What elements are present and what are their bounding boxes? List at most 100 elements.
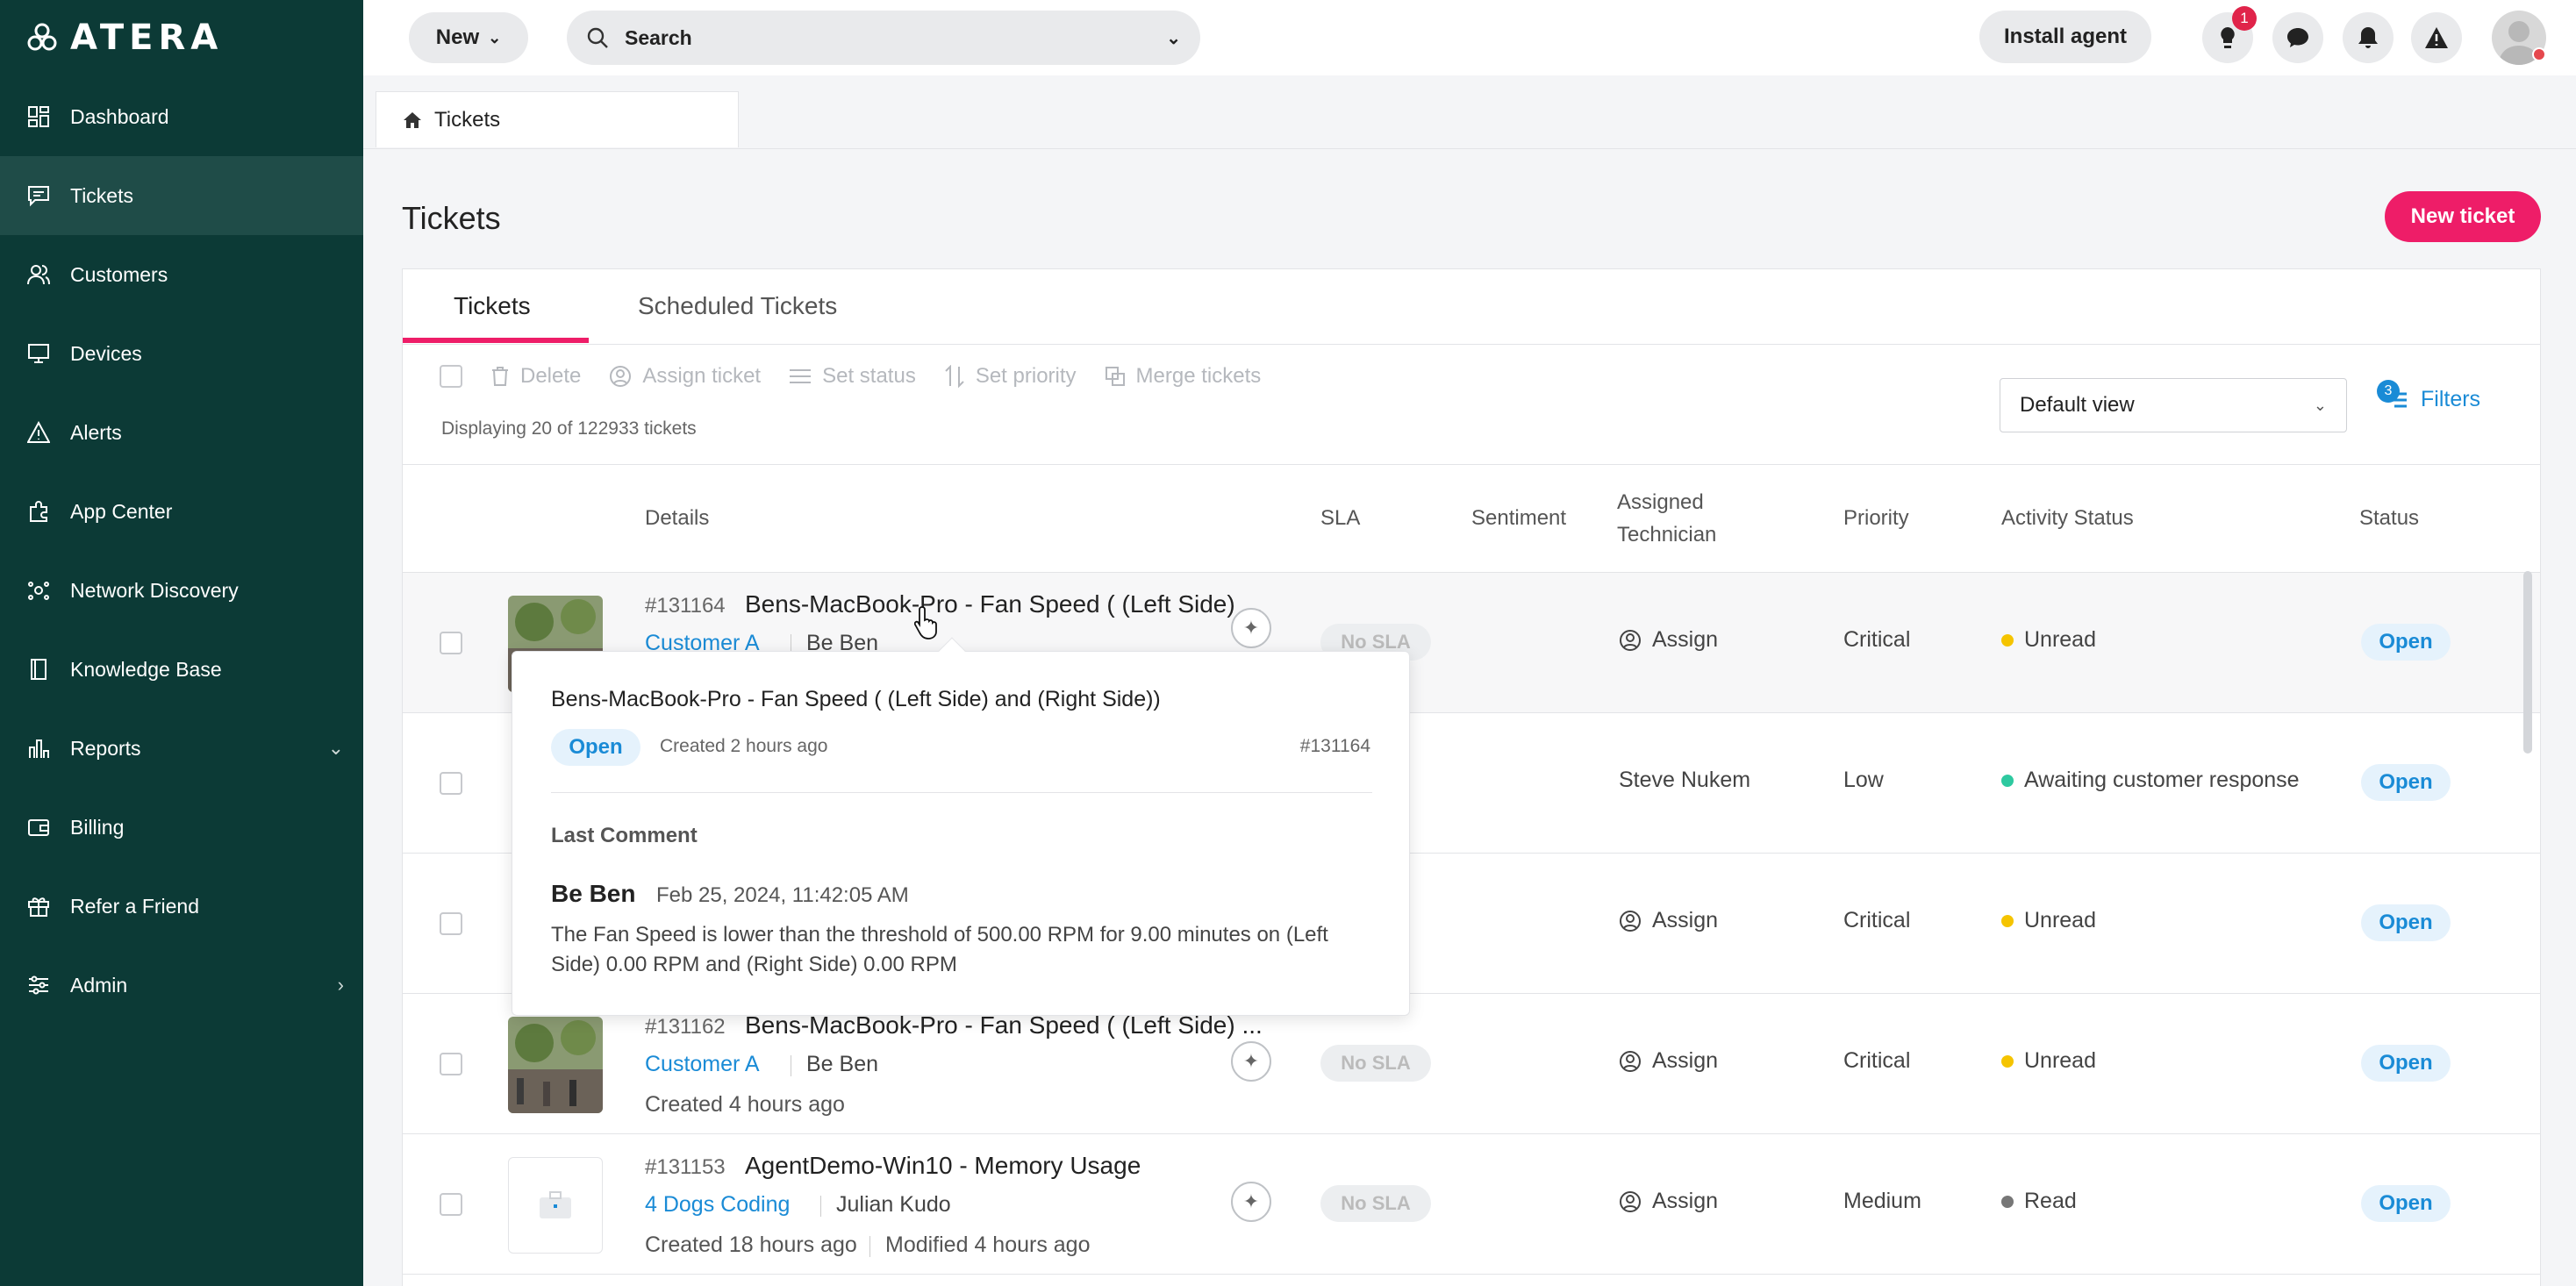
breadcrumb-label: Tickets	[434, 107, 501, 132]
status-badge[interactable]: Open	[2361, 904, 2451, 941]
technician-label: Steve Nukem	[1619, 768, 1751, 792]
sla-badge: No SLA	[1320, 1045, 1431, 1082]
chevron-down-icon[interactable]: ⌄	[1166, 27, 1181, 49]
user-circle-icon	[610, 366, 632, 387]
app-center-icon	[25, 497, 53, 525]
sidebar-item-devices[interactable]: Devices	[0, 314, 363, 393]
sidebar-item-customers[interactable]: Customers	[0, 235, 363, 314]
separator	[820, 1196, 821, 1217]
popover-status-badge: Open	[551, 729, 640, 766]
column-sentiment[interactable]: Sentiment	[1471, 502, 1566, 534]
column-activity-status[interactable]: Activity Status	[2001, 502, 2134, 534]
tab-tickets[interactable]: Tickets	[454, 292, 531, 320]
assign-technician[interactable]: Assign	[1619, 1189, 1718, 1214]
technician-label: Assign	[1652, 908, 1719, 932]
breadcrumb-bar: Tickets	[363, 75, 2576, 149]
status-badge[interactable]: Open	[2361, 764, 2451, 801]
new-button[interactable]: New ⌄	[409, 12, 528, 63]
ai-sparkle-button[interactable]: ✦	[1231, 608, 1271, 648]
column-status[interactable]: Status	[2359, 502, 2419, 534]
sla-badge: No SLA	[1320, 1185, 1431, 1222]
set-priority-button[interactable]: Set priority	[944, 364, 1077, 389]
customer-link[interactable]: 4 Dogs Coding	[645, 1192, 790, 1218]
scrollbar[interactable]	[2523, 571, 2532, 754]
technician-label: Assign	[1652, 1048, 1719, 1073]
row-checkbox[interactable]	[440, 912, 462, 935]
merge-tickets-button[interactable]: Merge tickets	[1105, 364, 1261, 389]
select-all-checkbox[interactable]	[440, 365, 462, 388]
delete-button[interactable]: Delete	[490, 364, 581, 389]
column-sla[interactable]: SLA	[1320, 502, 1360, 534]
chevron-down-icon[interactable]: ⌄	[328, 737, 344, 760]
status-badge[interactable]: Open	[2361, 1045, 2451, 1082]
assign-technician[interactable]: Assign	[1619, 627, 1718, 653]
sidebar-item-knowledge-base[interactable]: Knowledge Base	[0, 630, 363, 709]
activity-dot	[2001, 1195, 2014, 1208]
set-status-label: Set status	[822, 364, 916, 388]
sidebar-item-refer-a-friend[interactable]: Refer a Friend	[0, 867, 363, 946]
column-technician-line1[interactable]: Assigned	[1617, 486, 1704, 518]
row-checkbox[interactable]	[440, 1193, 462, 1216]
assign-ticket-button[interactable]: Assign ticket	[609, 364, 761, 389]
column-technician-line2[interactable]: Technician	[1617, 518, 1716, 551]
bell-icon	[2358, 27, 2378, 48]
sparkle-icon: ✦	[1242, 1050, 1260, 1072]
warning-icon	[2425, 27, 2448, 48]
row-checkbox[interactable]	[440, 632, 462, 654]
sidebar-item-label: Devices	[70, 341, 142, 365]
sort-icon	[945, 365, 964, 388]
ai-sparkle-button[interactable]: ✦	[1231, 1041, 1271, 1082]
sidebar-item-app-center[interactable]: App Center	[0, 472, 363, 551]
bell-button[interactable]	[2343, 12, 2394, 63]
admin-icon	[25, 971, 53, 999]
tabs: Tickets Scheduled Tickets	[403, 269, 2540, 345]
assign-technician[interactable]: Assign	[1619, 1048, 1718, 1074]
breadcrumb[interactable]: Tickets	[376, 91, 739, 147]
new-ticket-button[interactable]: New ticket	[2385, 191, 2541, 242]
sidebar-item-reports[interactable]: Reports ⌄	[0, 709, 363, 788]
assign-ticket-label: Assign ticket	[642, 364, 762, 388]
atera-logo[interactable]: ATERA	[26, 18, 223, 58]
sidebar-item-network-discovery[interactable]: Network Discovery	[0, 551, 363, 630]
end-user: Julian Kudo	[836, 1192, 951, 1217]
filters-button[interactable]: 3 Filters	[2377, 379, 2481, 412]
assign-technician[interactable]: Assign	[1619, 908, 1718, 933]
ticket-title[interactable]: AgentDemo-Win10 - Memory Usage	[745, 1152, 1141, 1180]
status-dot	[2532, 47, 2546, 61]
chevron-right-icon[interactable]: ›	[338, 974, 344, 997]
lightbulb-button[interactable]: 1	[2202, 6, 2257, 63]
sidebar-item-dashboard[interactable]: Dashboard	[0, 77, 363, 156]
status-badge[interactable]: Open	[2361, 1185, 2451, 1222]
chat-button[interactable]	[2272, 12, 2323, 63]
sidebar-item-tickets[interactable]: Tickets	[0, 156, 363, 235]
filters-label: Filters	[2421, 387, 2481, 411]
sparkle-icon: ✦	[1242, 617, 1260, 639]
logo-icon	[27, 23, 57, 51]
install-agent-button[interactable]: Install agent	[1979, 11, 2151, 63]
technician-label: Assign	[1652, 627, 1719, 652]
technician[interactable]: Steve Nukem	[1619, 768, 1750, 793]
search-input[interactable]: Search ⌄	[567, 11, 1200, 65]
row-checkbox[interactable]	[440, 1053, 462, 1075]
sidebar: ATERA Dashboard Tickets Customers Device…	[0, 0, 363, 1286]
column-details[interactable]: Details	[645, 502, 709, 534]
tab-scheduled-tickets[interactable]: Scheduled Tickets	[638, 292, 837, 320]
sidebar-item-alerts[interactable]: Alerts	[0, 393, 363, 472]
popover-ticket-number: #131164	[1299, 736, 1370, 756]
warning-button[interactable]	[2411, 12, 2462, 63]
row-checkbox[interactable]	[440, 772, 462, 795]
status-badge[interactable]: Open	[2361, 624, 2451, 661]
sidebar-item-admin[interactable]: Admin ›	[0, 946, 363, 1025]
sidebar-item-billing[interactable]: Billing	[0, 788, 363, 867]
table-row[interactable]: #131153 AgentDemo-Win10 - Memory Usage 4…	[403, 1134, 2540, 1275]
ai-sparkle-button[interactable]: ✦	[1231, 1182, 1271, 1222]
mouse-cursor-icon	[914, 606, 937, 639]
column-priority[interactable]: Priority	[1843, 502, 1909, 534]
popover-title: Bens-MacBook-Pro - Fan Speed ( (Left Sid…	[551, 687, 1161, 711]
view-select[interactable]: Default view ⌄	[2000, 378, 2347, 432]
ticket-title[interactable]: Bens-MacBook-Pro - Fan Speed ( (Left Sid…	[745, 590, 1263, 618]
customer-link[interactable]: Customer A	[645, 1052, 760, 1077]
ticket-thumbnail	[508, 1157, 603, 1254]
set-status-button[interactable]: Set status	[789, 364, 916, 389]
reports-icon	[25, 734, 53, 762]
